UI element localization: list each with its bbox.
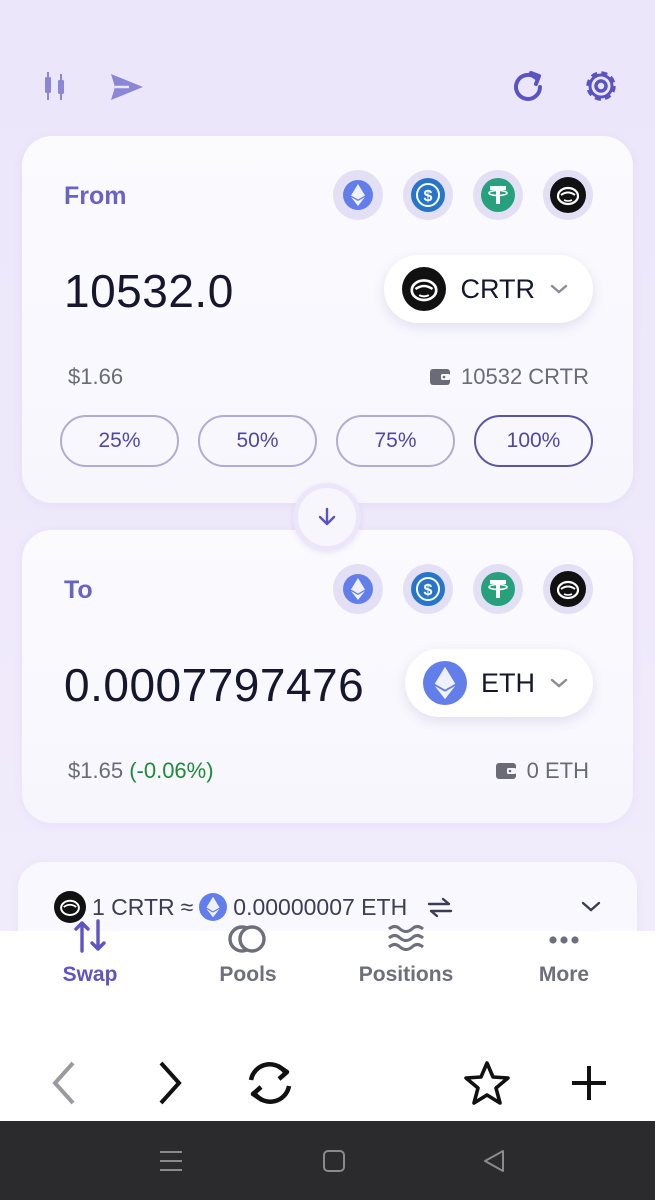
home-button[interactable] (318, 1145, 350, 1177)
price-impact: (-0.06%) (129, 758, 214, 783)
eth-quick-token[interactable] (333, 170, 383, 220)
nav-item-positions[interactable]: Positions (331, 911, 481, 987)
menu-lines-icon (160, 1151, 182, 1171)
from-card: From $ 10532.0 CRTR $1.66 10532 CRTR 25%… (22, 136, 633, 503)
swap-arrows-icon (72, 911, 108, 955)
chevron-left-icon (52, 1061, 75, 1105)
plus-icon (572, 1066, 606, 1100)
from-label: From (64, 182, 127, 210)
nav-label-swap: Swap (62, 963, 118, 986)
to-usd-value: $1.65 (-0.06%) (68, 758, 214, 784)
candlestick-chart-icon[interactable] (38, 68, 72, 104)
from-token-selector[interactable]: CRTR (384, 255, 593, 323)
to-balance[interactable]: 0 ETH (495, 758, 589, 784)
svg-text:$: $ (424, 582, 433, 599)
square-icon (323, 1150, 345, 1172)
refresh-icon[interactable] (508, 67, 548, 107)
settings-gear-icon[interactable] (579, 64, 623, 108)
usdc-icon: $ (411, 178, 445, 212)
nav-label-positions: Positions (358, 963, 454, 986)
percent-50-button[interactable]: 50% (198, 415, 317, 467)
nav-item-more[interactable]: More (489, 911, 639, 987)
nav-label-pools: Pools (219, 963, 277, 986)
pools-icon (228, 911, 268, 955)
back-button[interactable] (478, 1145, 510, 1177)
bookmark-star-button[interactable] (462, 1058, 512, 1108)
eth-icon (343, 574, 373, 604)
to-token-selector[interactable]: ETH (405, 649, 593, 717)
nav-item-pools[interactable]: Pools (173, 911, 323, 987)
eth-quick-token[interactable] (333, 564, 383, 614)
nav-item-swap[interactable]: Swap (15, 911, 165, 987)
from-usd-value: $1.66 (68, 364, 123, 390)
eth-icon (423, 661, 467, 705)
from-amount-input[interactable]: 10532.0 (64, 264, 234, 318)
crtr-icon (550, 571, 586, 607)
from-token-symbol: CRTR (460, 273, 535, 304)
usdt-icon (481, 572, 515, 606)
usdt-quick-token[interactable] (473, 564, 523, 614)
eth-icon (343, 180, 373, 210)
system-nav-bar (0, 1121, 655, 1200)
from-quick-tokens: $ (333, 170, 593, 220)
browser-forward-button[interactable] (148, 1058, 192, 1108)
usdc-quick-token[interactable]: $ (403, 564, 453, 614)
chevron-down-icon (550, 678, 568, 688)
to-token-symbol: ETH (481, 667, 535, 698)
browser-back-button[interactable] (42, 1058, 86, 1108)
crtr-icon (550, 177, 586, 213)
browser-reload-button[interactable] (240, 1058, 300, 1108)
to-balance-text: 0 ETH (526, 758, 589, 783)
from-usd-text: $1.66 (68, 364, 124, 389)
send-icon[interactable] (108, 70, 146, 104)
svg-text:$: $ (424, 188, 433, 205)
percent-75-button[interactable]: 75% (336, 415, 455, 467)
reload-icon (248, 1062, 292, 1104)
wallet-icon (495, 763, 516, 779)
chevron-down-icon (550, 284, 568, 294)
to-usd-text: $1.65 (68, 758, 124, 783)
recent-apps-button[interactable] (155, 1145, 187, 1177)
from-balance[interactable]: 10532 CRTR (429, 364, 589, 390)
waves-icon (386, 911, 426, 955)
crtr-icon (402, 267, 447, 311)
swap-direction-button[interactable] (293, 483, 361, 551)
star-icon (464, 1061, 510, 1105)
new-tab-button[interactable] (566, 1058, 612, 1108)
triangle-back-icon (484, 1150, 504, 1172)
usdt-icon (481, 178, 515, 212)
to-label: To (64, 576, 93, 604)
arrow-down-icon (318, 507, 336, 526)
to-card: To $ 0.0007797476 ETH $1.65 (-0.06%) 0 E… (22, 530, 633, 823)
from-balance-text: 10532 CRTR (461, 364, 589, 389)
usdc-quick-token[interactable]: $ (403, 170, 453, 220)
crtr-quick-token[interactable] (543, 170, 593, 220)
percent-25-button[interactable]: 25% (60, 415, 179, 467)
crtr-quick-token[interactable] (543, 564, 593, 614)
bottom-nav: Swap Pools Positions More (0, 919, 655, 1121)
percent-buttons: 25% 50% 75% 100% (60, 415, 593, 467)
usdc-icon: $ (411, 572, 445, 606)
usdt-quick-token[interactable] (473, 170, 523, 220)
to-quick-tokens: $ (333, 564, 593, 614)
more-dots-icon (544, 911, 584, 955)
chevron-right-icon (159, 1061, 182, 1105)
percent-100-button[interactable]: 100% (474, 415, 593, 467)
to-amount-output[interactable]: 0.0007797476 (64, 658, 364, 712)
wallet-icon (430, 369, 450, 385)
nav-label-more: More (538, 963, 590, 986)
